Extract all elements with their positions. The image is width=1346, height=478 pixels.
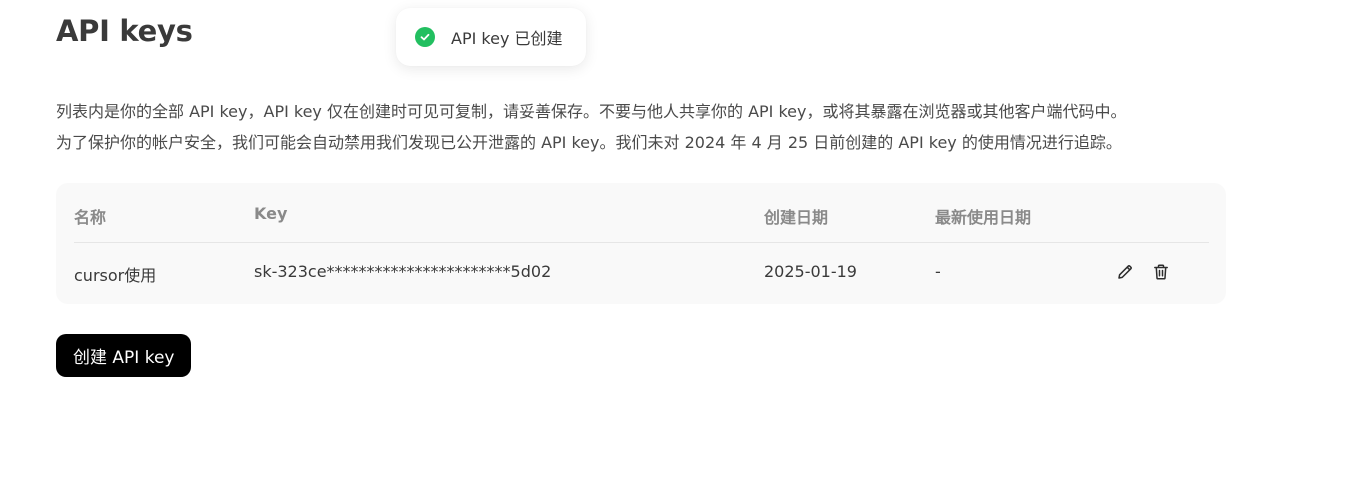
- column-header-created: 创建日期: [764, 208, 829, 227]
- key-created-date: 2025-01-19: [764, 262, 857, 281]
- trash-icon[interactable]: [1150, 261, 1172, 283]
- description-line-2: 为了保护你的帐户安全，我们可能会自动禁用我们发现已公开泄露的 API key。我…: [56, 133, 1122, 152]
- description-line-1: 列表内是你的全部 API key，API key 仅在创建时可见可复制，请妥善保…: [56, 102, 1127, 121]
- column-header-name: 名称: [74, 208, 107, 227]
- table-row: cursor使用 sk-323ce***********************…: [56, 243, 1226, 303]
- key-last-used-date: -: [935, 262, 941, 281]
- check-circle-icon: [415, 27, 435, 47]
- description: 列表内是你的全部 API key，API key 仅在创建时可见可复制，请妥善保…: [56, 96, 1256, 158]
- api-keys-table: 名称 Key 创建日期 最新使用日期 cursor使用 sk-323ce****…: [56, 183, 1226, 304]
- toast-message: API key 已创建: [451, 29, 563, 48]
- key-value: sk-323ce***********************5d02: [254, 262, 552, 281]
- key-name: cursor使用: [74, 266, 157, 285]
- api-keys-page: API keys API key 已创建 列表内是你的全部 API key，AP…: [0, 0, 1346, 478]
- column-header-key: Key: [254, 204, 288, 223]
- row-actions: [1114, 261, 1172, 283]
- success-toast: API key 已创建: [396, 8, 586, 66]
- edit-icon[interactable]: [1114, 261, 1136, 283]
- create-api-key-button[interactable]: 创建 API key: [56, 334, 192, 377]
- table-header: 名称 Key 创建日期 最新使用日期: [56, 183, 1226, 243]
- column-header-last-used: 最新使用日期: [935, 208, 1032, 227]
- page-title: API keys: [56, 14, 193, 48]
